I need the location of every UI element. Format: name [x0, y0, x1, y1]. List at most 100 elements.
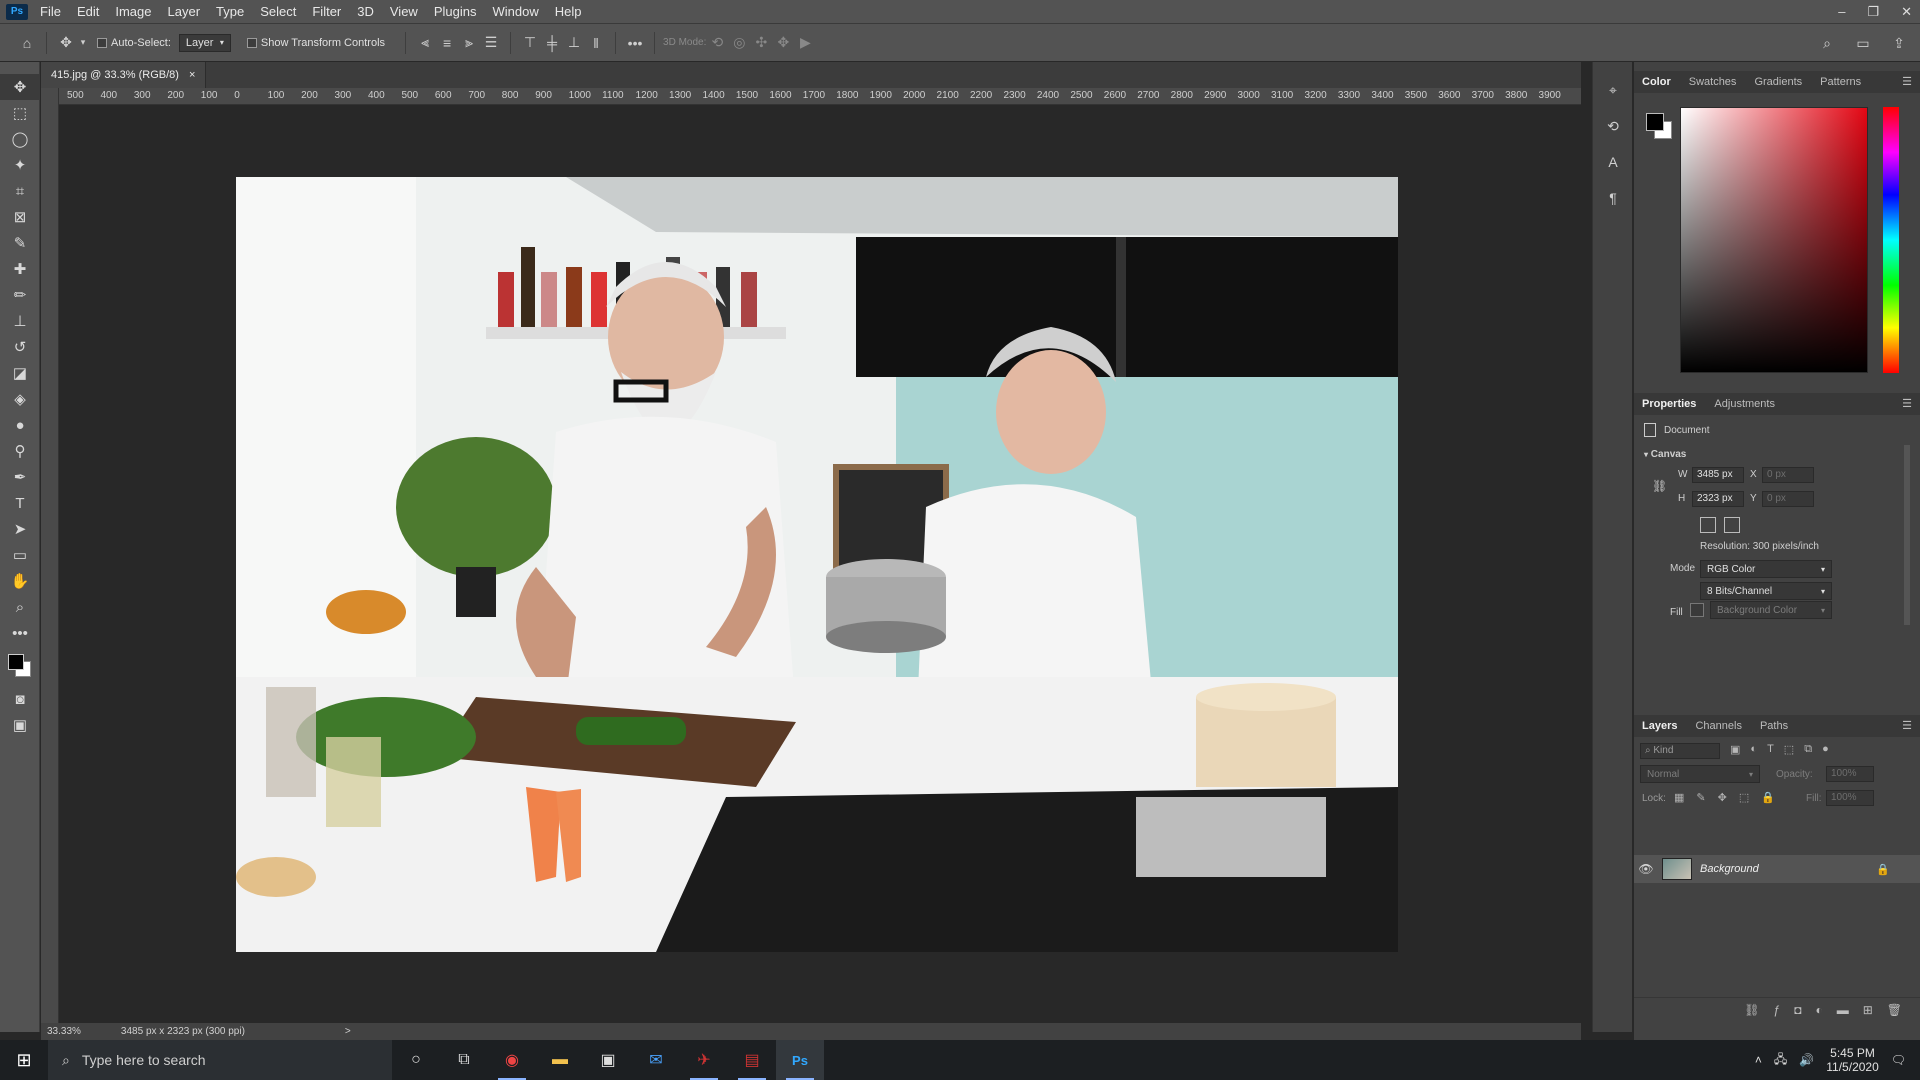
menu-view[interactable]: View — [382, 4, 426, 19]
eraser-tool-icon[interactable]: ◪ — [0, 360, 40, 386]
layer-mask-icon[interactable]: ◘ — [1794, 1003, 1801, 1017]
lock-position-icon[interactable]: ✥ — [1718, 791, 1727, 804]
chevron-down-icon[interactable]: ▾ — [77, 32, 89, 54]
new-group-icon[interactable]: ▬ — [1837, 1003, 1849, 1017]
link-dimensions-icon[interactable]: ⛓ — [1652, 479, 1667, 493]
tab-color[interactable]: Color — [1642, 76, 1671, 88]
close-button[interactable]: ✕ — [1901, 4, 1912, 20]
distribute-vertical-icon[interactable]: ‖ — [585, 32, 607, 54]
search-icon[interactable]: ⌕ — [1816, 32, 1838, 54]
menu-window[interactable]: Window — [484, 4, 546, 19]
close-tab-icon[interactable]: × — [189, 69, 195, 81]
canvas-x-field[interactable]: 0 px — [1762, 467, 1814, 483]
color-swatches[interactable] — [0, 646, 39, 686]
tab-channels[interactable]: Channels — [1695, 720, 1741, 732]
chevron-down-icon[interactable]: ▾ — [1644, 450, 1648, 459]
distribute-icon[interactable]: ☰ — [480, 32, 502, 54]
magic-wand-tool-icon[interactable]: ✦ — [0, 152, 40, 178]
screen-mode-icon[interactable]: ▣ — [0, 712, 40, 738]
3d-orbit-icon[interactable]: ⟲ — [706, 32, 728, 54]
brush-tool-icon[interactable]: ✏ — [0, 282, 40, 308]
filter-type-icon[interactable]: T — [1767, 743, 1774, 756]
canvas-section-header[interactable]: ▾ Canvas — [1644, 449, 1686, 460]
windows-start-icon[interactable]: ⊞ — [0, 1040, 48, 1080]
move-tool-icon[interactable]: ✥ — [0, 74, 40, 100]
menu-layer[interactable]: Layer — [160, 4, 209, 19]
panel-menu-icon[interactable]: ☰ — [1902, 75, 1912, 88]
filter-toggle-icon[interactable]: ● — [1822, 743, 1829, 756]
status-menu-arrow[interactable]: > — [345, 1026, 351, 1037]
paint-bucket-tool-icon[interactable]: ◈ — [0, 386, 40, 412]
filter-adjustment-icon[interactable]: ◐ — [1750, 743, 1757, 756]
msi-afterburner-icon[interactable]: ✈ — [680, 1040, 728, 1080]
tab-patterns[interactable]: Patterns — [1820, 76, 1861, 88]
show-transform-controls-checkbox[interactable]: Show Transform Controls — [246, 37, 385, 49]
delete-layer-icon[interactable]: 🗑 — [1887, 1003, 1902, 1017]
blur-tool-icon[interactable]: ● — [0, 412, 40, 438]
3d-camera-icon[interactable]: ▶ — [794, 32, 816, 54]
workspace-icon[interactable]: ▭ — [1852, 32, 1874, 54]
edit-toolbar-icon[interactable]: ••• — [0, 620, 40, 646]
lock-all-icon[interactable]: 🔒 — [1761, 791, 1775, 804]
bit-depth-dropdown[interactable]: 8 Bits/Channel ▾ — [1700, 582, 1832, 600]
properties-scrollbar[interactable] — [1904, 445, 1910, 625]
auto-select-checkbox[interactable]: Auto-Select: — [97, 37, 171, 49]
mail-icon[interactable]: ✉ — [632, 1040, 680, 1080]
tab-swatches[interactable]: Swatches — [1689, 76, 1737, 88]
layer-row-background[interactable]: 👁 Background 🔒 — [1634, 855, 1920, 883]
align-middle-icon[interactable]: ╪ — [541, 32, 563, 54]
document-image[interactable] — [236, 177, 1398, 952]
filter-smart-object-icon[interactable]: ⧉ — [1804, 743, 1812, 756]
link-layers-icon[interactable]: ⛓ — [1744, 1003, 1759, 1017]
file-explorer-icon[interactable]: ▬ — [536, 1040, 584, 1080]
blend-mode-dropdown[interactable]: Normal ▾ — [1640, 765, 1760, 783]
history-brush-tool-icon[interactable]: ↺ — [0, 334, 40, 360]
zoom-level[interactable]: 33.33% — [47, 1026, 81, 1037]
filter-shape-icon[interactable]: ⬚ — [1784, 743, 1794, 756]
canvas-area[interactable] — [59, 106, 1581, 1023]
cortana-icon[interactable]: ○ — [392, 1040, 440, 1080]
minimize-button[interactable]: – — [1838, 4, 1845, 19]
fill-dropdown[interactable]: Background Color ▾ — [1710, 601, 1832, 619]
tab-adjustments[interactable]: Adjustments — [1714, 398, 1775, 410]
dodge-tool-icon[interactable]: ⚲ — [0, 438, 40, 464]
panel-menu-icon[interactable]: ☰ — [1902, 719, 1912, 732]
task-view-icon[interactable]: ⧉ — [440, 1040, 488, 1080]
menu-filter[interactable]: Filter — [304, 4, 349, 19]
3d-pan-icon[interactable]: ✣ — [750, 32, 772, 54]
more-options-icon[interactable]: ••• — [624, 32, 646, 54]
tab-layers[interactable]: Layers — [1642, 720, 1677, 732]
notifications-icon[interactable]: 🗨 — [1891, 1053, 1906, 1067]
menu-edit[interactable]: Edit — [69, 4, 107, 19]
align-right-icon[interactable]: ⫸ — [458, 32, 480, 54]
adjustment-layer-icon[interactable]: ◐ — [1815, 1003, 1822, 1017]
tab-paths[interactable]: Paths — [1760, 720, 1788, 732]
canvas-width-field[interactable]: 3485 px — [1692, 467, 1744, 483]
path-selection-tool-icon[interactable]: ➤ — [0, 516, 40, 542]
canvas-y-field[interactable]: 0 px — [1762, 491, 1814, 507]
filter-pixel-icon[interactable]: ▣ — [1730, 743, 1740, 756]
frame-tool-icon[interactable]: ⊠ — [0, 204, 40, 230]
menu-file[interactable]: File — [32, 4, 69, 19]
marquee-tool-icon[interactable]: ⬚ — [0, 100, 40, 126]
visibility-eye-icon[interactable]: 👁 — [1634, 862, 1658, 876]
quick-mask-icon[interactable]: ◙ — [0, 686, 40, 712]
menu-type[interactable]: Type — [208, 4, 252, 19]
restore-button[interactable]: ❐ — [1867, 4, 1879, 20]
opacity-field[interactable]: 100% — [1826, 766, 1874, 782]
menu-image[interactable]: Image — [107, 4, 159, 19]
lasso-tool-icon[interactable]: ◯ — [0, 126, 40, 152]
horizontal-ruler[interactable]: 500 400 300 200 100 0 100 200 300 400 500 600 700 800… — [59, 88, 1581, 105]
chrome-icon[interactable]: ◉ — [488, 1040, 536, 1080]
clock[interactable]: 5:45 PM 11/5/2020 — [1826, 1046, 1879, 1074]
microsoft-store-icon[interactable]: ▣ — [584, 1040, 632, 1080]
fill-opacity-field[interactable]: 100% — [1826, 790, 1874, 806]
align-center-icon[interactable]: ≡ — [436, 32, 458, 54]
clone-stamp-tool-icon[interactable]: ⊥ — [0, 308, 40, 334]
history-panel-icon[interactable]: ⌖ — [1593, 72, 1633, 108]
foreground-color-swatch[interactable] — [1646, 113, 1664, 131]
type-tool-icon[interactable]: T — [0, 490, 40, 516]
landscape-orientation-icon[interactable] — [1724, 517, 1740, 533]
layer-style-icon[interactable]: ƒ — [1774, 1003, 1781, 1017]
lock-artboard-icon[interactable]: ⬚ — [1739, 791, 1749, 804]
